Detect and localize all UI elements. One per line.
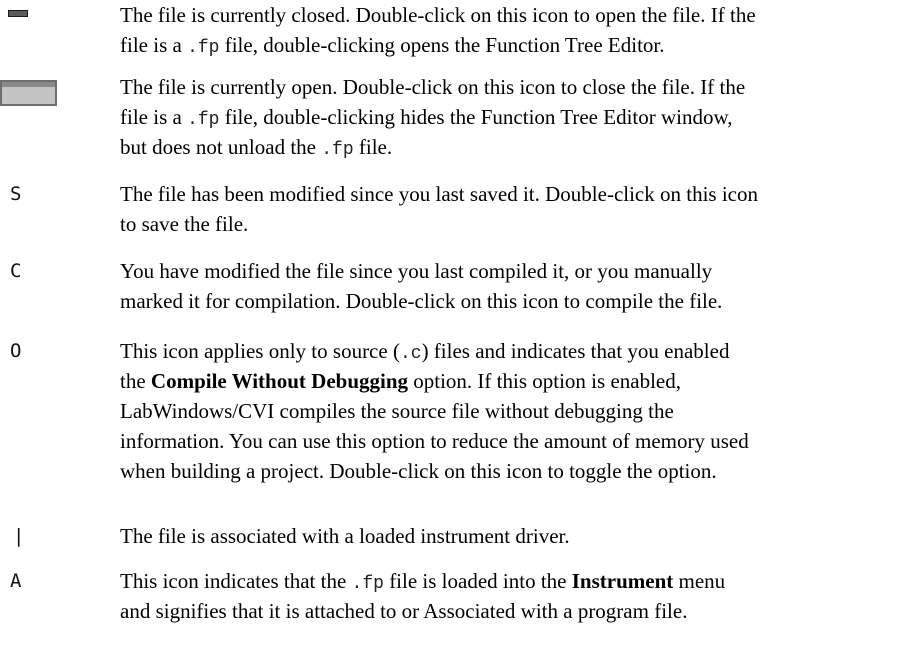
description-line: The file is currently closed. Double-cli… <box>120 0 910 30</box>
description-text: You have modified the file since you las… <box>120 259 713 283</box>
description-text: when building a project. Double-click on… <box>120 459 717 483</box>
entry-description: This icon indicates that the .fp file is… <box>120 566 910 626</box>
save-icon: S <box>10 183 22 205</box>
file-open-icon <box>0 80 57 106</box>
entry-description: This icon applies only to source (.c) fi… <box>120 336 910 486</box>
description-line: when building a project. Double-click on… <box>120 456 910 486</box>
description-text: menu <box>673 569 726 593</box>
description-text: the <box>120 369 151 393</box>
description-text: marked it for compilation. Double-click … <box>120 289 723 313</box>
description-text: This icon applies only to source ( <box>120 339 400 363</box>
description-text: The file is currently open. Double-click… <box>120 75 746 99</box>
description-line: the Compile Without Debugging option. If… <box>120 366 910 396</box>
description-text: file, double-clicking hides the Function… <box>219 105 733 129</box>
code-text: .c <box>399 344 422 364</box>
code-text: .fp <box>187 110 220 130</box>
description-text: but does not unload the <box>120 135 322 159</box>
description-line: This icon applies only to source (.c) fi… <box>120 336 910 366</box>
description-line: marked it for compilation. Double-click … <box>120 286 910 316</box>
description-text: file is a <box>120 33 188 57</box>
description-line: file is a .fp file, double-clicking hide… <box>120 102 910 132</box>
compile-icon: C <box>10 260 22 282</box>
description-text: file is loaded into the <box>383 569 572 593</box>
description-text: information. You can use this option to … <box>120 429 749 453</box>
description-text: to save the file. <box>120 212 249 236</box>
description-line: You have modified the file since you las… <box>120 256 910 286</box>
bold-term: Compile Without Debugging <box>150 369 409 393</box>
description-text: This icon indicates that the <box>120 569 352 593</box>
instrument-driver-icon: | <box>13 525 25 547</box>
description-text: option. If this option is enabled, <box>408 369 681 393</box>
description-line: The file is currently open. Double-click… <box>120 72 910 102</box>
description-line: LabWindows/CVI compiles the source file … <box>120 396 910 426</box>
bold-term: Instrument <box>571 569 674 593</box>
description-text: LabWindows/CVI compiles the source file … <box>120 399 674 423</box>
entry-description: The file is associated with a loaded ins… <box>120 521 910 551</box>
code-text: .fp <box>187 38 220 58</box>
description-text: file, double-clicking opens the Function… <box>219 33 665 57</box>
file-closed-icon <box>8 10 28 17</box>
compile-option-icon: O <box>10 340 22 362</box>
associated-icon: A <box>10 570 22 592</box>
description-text: and signifies that it is attached to or … <box>120 599 688 623</box>
description-line: The file has been modified since you las… <box>120 179 910 209</box>
code-text: .fp <box>351 574 384 594</box>
entry-description: The file has been modified since you las… <box>120 179 910 239</box>
description-line: This icon indicates that the .fp file is… <box>120 566 910 596</box>
description-line: The file is associated with a loaded ins… <box>120 521 910 551</box>
description-text: The file is currently closed. Double-cli… <box>120 3 756 27</box>
entry-description: The file is currently open. Double-click… <box>120 72 910 162</box>
description-line: file is a .fp file, double-clicking open… <box>120 30 910 60</box>
description-text: The file is associated with a loaded ins… <box>120 524 570 548</box>
entry-description: The file is currently closed. Double-cli… <box>120 0 910 60</box>
description-line: to save the file. <box>120 209 910 239</box>
description-line: but does not unload the .fp file. <box>120 132 910 162</box>
entry-description: You have modified the file since you las… <box>120 256 910 316</box>
description-text: ) files and indicates that you enabled <box>421 339 730 363</box>
description-text: file. <box>353 135 393 159</box>
description-line: and signifies that it is attached to or … <box>120 596 910 626</box>
description-text: The file has been modified since you las… <box>120 182 758 206</box>
description-line: information. You can use this option to … <box>120 426 910 456</box>
code-text: .fp <box>321 140 354 160</box>
description-text: file is a <box>120 105 188 129</box>
